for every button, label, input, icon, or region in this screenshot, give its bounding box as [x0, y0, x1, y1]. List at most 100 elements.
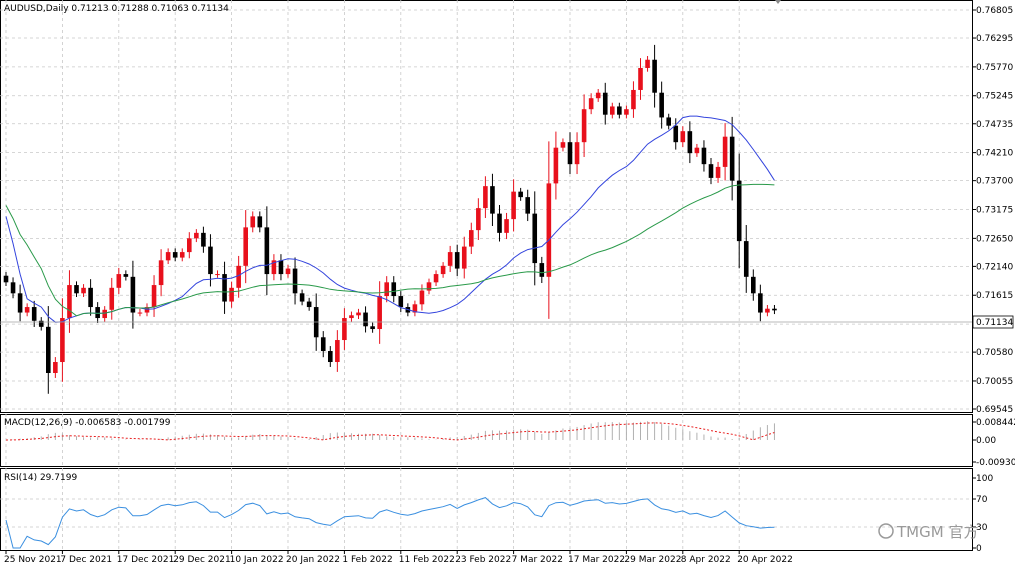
bull-candle [102, 309, 107, 319]
bull-candle [715, 166, 721, 178]
bull-candle [426, 282, 432, 291]
bull-candle [81, 287, 86, 294]
bear-candle [95, 307, 100, 319]
time-tick-label: 7 Dec 2021 [60, 555, 112, 565]
macd-tick-label: -0.009304 [976, 458, 1015, 468]
time-tick-label: 17 Dec 2021 [117, 555, 175, 565]
bull-candle [384, 282, 389, 297]
time-tick-label: 10 Jan 2022 [230, 555, 284, 565]
bear-candle [567, 142, 573, 165]
bull-candle [546, 183, 552, 277]
bear-candle [729, 136, 735, 181]
bear-candle [201, 232, 206, 247]
trading-chart[interactable]: 0.76805 0.76295 0.75770 0.75245 0.74735 0.742… [0, 0, 1015, 568]
bear-candle [617, 106, 622, 115]
watermark-text: TMGM 官方 [896, 523, 978, 541]
bull-candle [349, 315, 354, 319]
price-tick-label: 0.73700 [976, 177, 1013, 187]
bear-candle [701, 147, 707, 165]
time-tick-label: 29 Mar 2022 [624, 555, 681, 565]
time-tick-label: 17 Mar 2022 [568, 555, 625, 565]
bear-candle [306, 301, 312, 308]
time-tick-label: 23 Feb 2022 [455, 555, 511, 565]
bull-candle [440, 265, 446, 275]
bull-candle [356, 312, 361, 316]
bull-candle [624, 109, 629, 115]
bear-candle [264, 227, 270, 275]
price-axis: 0.76805 0.76295 0.75770 0.75245 0.74735 0.742… [972, 6, 1013, 415]
bear-candle [751, 276, 756, 294]
bear-candle [257, 216, 263, 228]
bull-candle [645, 59, 650, 68]
price-tick-label: 0.72140 [976, 262, 1013, 272]
bull-candle [680, 131, 686, 143]
rsi-tick-label: 100 [976, 474, 993, 484]
bull-candle [236, 265, 241, 288]
bear-candle [363, 312, 368, 327]
rsi-tick-label: 0 [976, 544, 982, 554]
bear-candle [652, 59, 657, 93]
bull-candle [588, 98, 594, 110]
price-tick-label: 0.73175 [976, 206, 1013, 216]
time-tick-label: 11 Feb 2022 [399, 555, 455, 565]
bull-candle [165, 252, 171, 261]
bear-candle [278, 260, 284, 275]
price-tick-label: 0.74210 [976, 149, 1013, 159]
bear-candle [518, 191, 523, 198]
bull-candle [243, 227, 248, 266]
bear-candle [208, 246, 213, 275]
rsi-header: RSI(14) 29.7199 [4, 473, 77, 483]
rsi-tick-label: 70 [976, 495, 988, 505]
bull-candle [581, 109, 587, 143]
bull-candle [179, 252, 185, 258]
macd-header: MACD(12,26,9) -0.006583 -0.001799 [4, 418, 171, 428]
bear-candle [490, 186, 495, 214]
bear-candle [222, 274, 227, 302]
bull-candle [377, 296, 382, 330]
price-tick-label: 0.75245 [976, 92, 1013, 102]
time-tick-label: 7 Mar 2022 [512, 555, 563, 565]
bull-candle [560, 142, 566, 148]
bull-candle [215, 274, 220, 276]
price-tick-label: 0.70055 [976, 377, 1013, 387]
bear-candle [74, 285, 79, 294]
bear-candle [46, 326, 51, 374]
price-header: AUDUSD,Daily 0.71213 0.71288 0.71063 0.7… [4, 4, 229, 14]
bear-candle [659, 92, 664, 118]
bull-candle [504, 219, 509, 233]
bear-candle [10, 282, 16, 294]
bear-candle [772, 308, 777, 311]
bull-candle [595, 92, 601, 99]
bull-candle [151, 285, 157, 308]
bull-candle [116, 274, 122, 288]
bull-candle [229, 287, 234, 302]
bear-candle [123, 274, 129, 277]
bull-candle [610, 106, 615, 115]
price-tick-label: 0.74735 [976, 120, 1013, 130]
bull-candle [187, 238, 192, 253]
price-tick-label: 0.76805 [976, 6, 1013, 16]
bear-candle [736, 180, 742, 242]
bear-candle [708, 164, 714, 178]
bull-candle [461, 246, 467, 269]
bull-candle [447, 252, 453, 266]
bull-candle [638, 67, 643, 90]
price-tick-label: 0.75770 [976, 63, 1013, 73]
bull-candle [335, 340, 340, 363]
bull-candle [476, 208, 481, 231]
current-price-label: 0.71134 [976, 318, 1013, 328]
bull-candle [694, 147, 700, 154]
bull-candle [53, 362, 58, 374]
bull-candle [574, 142, 580, 165]
bear-candle [31, 307, 37, 321]
rsi-panel[interactable] [0, 468, 973, 551]
bear-candle [497, 213, 502, 233]
bull-candle [765, 308, 770, 313]
time-axis: 25 Nov 20217 Dec 2021 17 Dec 202129 Dec 2… [4, 550, 793, 565]
bear-candle [299, 293, 305, 302]
bear-candle [398, 296, 404, 308]
time-tick-label: 20 Apr 2022 [737, 555, 793, 565]
bear-candle [320, 337, 326, 352]
time-tick-label: 20 Jan 2022 [286, 555, 340, 565]
price-tick-label: 0.72650 [976, 234, 1013, 244]
